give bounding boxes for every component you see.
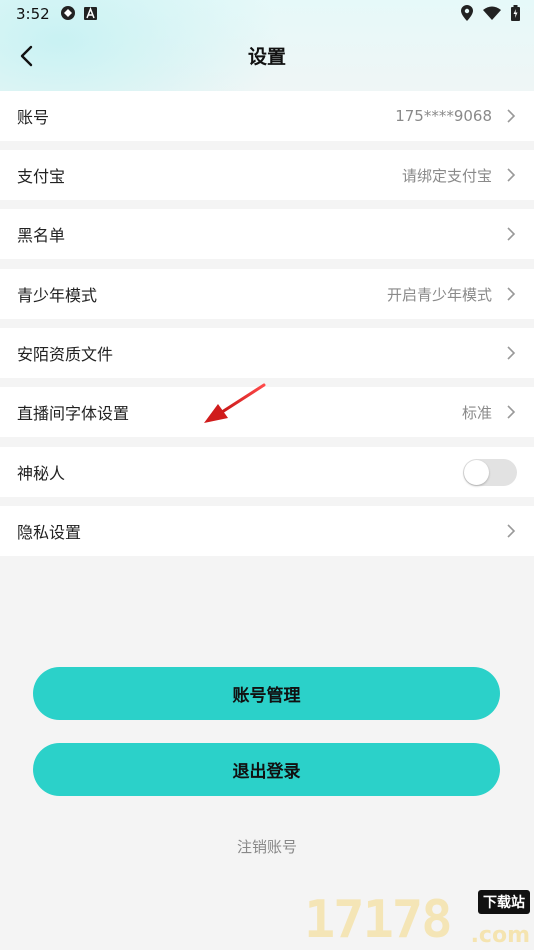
page-title: 设置 xyxy=(247,46,286,68)
watermark-number: 17178 xyxy=(304,890,453,950)
chevron-right-icon xyxy=(507,109,516,123)
battery-icon xyxy=(511,5,520,25)
row-value: 175****9068 xyxy=(395,107,492,125)
cancel-account-link[interactable]: 注销账号 xyxy=(0,836,534,857)
row-label: 支付宝 xyxy=(17,167,66,186)
title-bar: 设置 xyxy=(0,28,534,84)
row-label: 直播间字体设置 xyxy=(17,404,130,423)
row-value: 标准 xyxy=(461,403,492,422)
watermark: 17178 下载站 .com xyxy=(304,890,534,950)
chevron-right-icon xyxy=(507,287,516,301)
settings-row-teen-mode[interactable]: 青少年模式 开启青少年模式 xyxy=(0,269,534,319)
sync-icon xyxy=(60,5,76,25)
settings-row-blacklist[interactable]: 黑名单 xyxy=(0,209,534,259)
row-label: 账号 xyxy=(17,108,50,127)
row-label: 青少年模式 xyxy=(17,286,98,305)
settings-row-account[interactable]: 账号 175****9068 xyxy=(0,91,534,141)
logout-button[interactable]: 退出登录 xyxy=(33,743,500,796)
row-label: 神秘人 xyxy=(17,464,66,483)
chevron-right-icon xyxy=(507,227,516,241)
row-label: 隐私设置 xyxy=(17,523,82,542)
settings-row-alipay[interactable]: 支付宝 请绑定支付宝 xyxy=(0,150,534,200)
a-badge-icon xyxy=(84,6,97,24)
mystery-person-toggle[interactable] xyxy=(463,459,517,486)
row-label: 黑名单 xyxy=(17,226,66,245)
watermark-suffix: .com xyxy=(470,923,530,948)
account-manage-button[interactable]: 账号管理 xyxy=(33,667,500,720)
settings-row-mystery-person: 神秘人 xyxy=(0,447,534,497)
chevron-right-icon xyxy=(507,168,516,182)
chevron-right-icon xyxy=(507,524,516,538)
status-bar: 3:52 xyxy=(0,0,534,28)
row-value: 开启青少年模式 xyxy=(386,285,492,304)
watermark-tag: 下载站 xyxy=(478,890,530,914)
toggle-knob xyxy=(464,460,489,485)
settings-row-qualification-docs[interactable]: 安陌资质文件 xyxy=(0,328,534,378)
row-value: 请绑定支付宝 xyxy=(401,166,492,185)
chevron-right-icon xyxy=(507,405,516,419)
location-icon xyxy=(461,5,473,25)
chevron-right-icon xyxy=(507,346,516,360)
settings-row-privacy[interactable]: 隐私设置 xyxy=(0,506,534,556)
row-label: 安陌资质文件 xyxy=(17,345,114,364)
status-time: 3:52 xyxy=(16,5,50,23)
annotation-arrow-icon xyxy=(204,383,266,423)
wifi-icon xyxy=(483,6,501,24)
